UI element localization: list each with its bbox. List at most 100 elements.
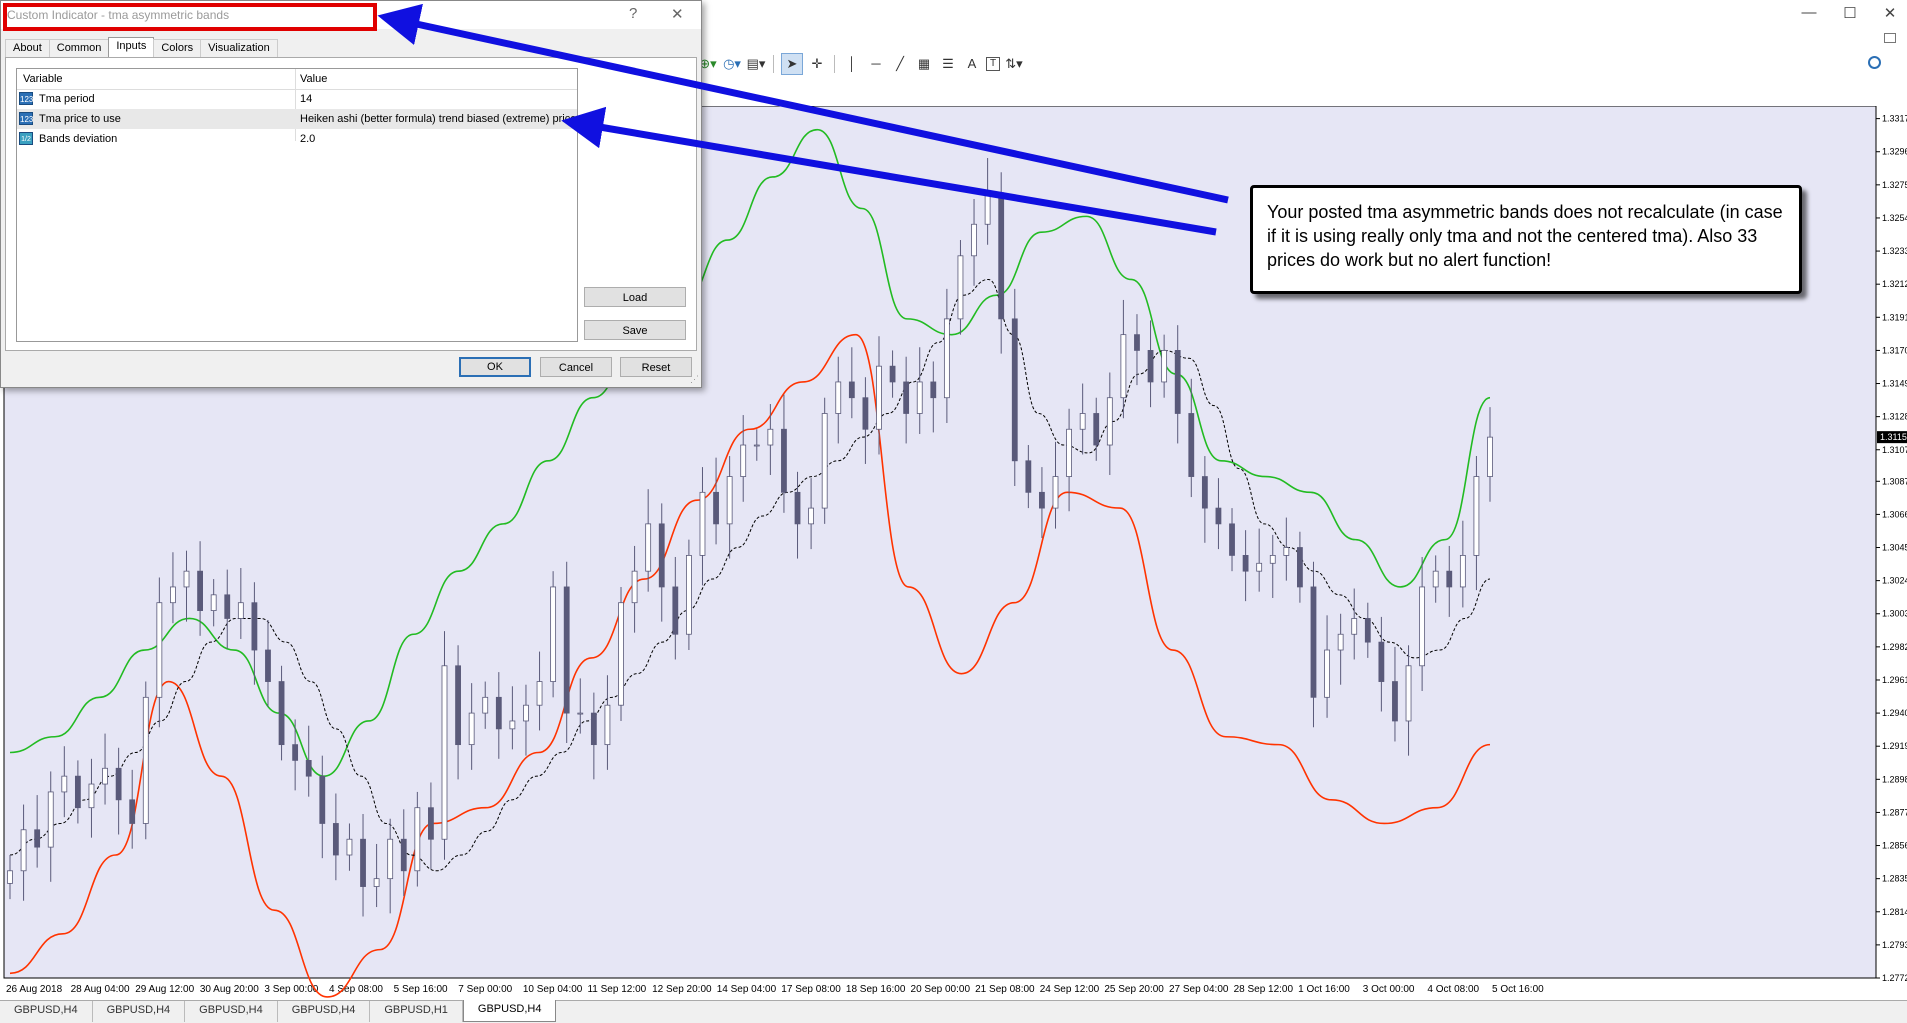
tab-common[interactable]: Common xyxy=(48,39,110,57)
reset-button[interactable]: Reset xyxy=(620,357,692,377)
resize-grip-icon[interactable]: ⋰ xyxy=(690,374,699,385)
tab-visualization[interactable]: Visualization xyxy=(200,39,278,57)
candle-body xyxy=(360,838,366,887)
price-tick-label: 1.3254 xyxy=(1882,213,1907,223)
fibonacci-icon[interactable]: ☰ xyxy=(938,54,958,74)
time-label: 20 Sep 00:00 xyxy=(911,984,971,995)
inputs-grid: Variable Value 123 Tma period 14 123 Tma… xyxy=(16,68,578,342)
price-tick-label: 1.2856 xyxy=(1882,841,1907,851)
candle-body xyxy=(672,586,679,635)
variable-value[interactable]: 14 xyxy=(300,93,312,105)
candle-body xyxy=(292,744,299,761)
candle-body xyxy=(699,491,706,556)
cancel-button[interactable]: Cancel xyxy=(540,357,612,377)
save-button[interactable]: Save xyxy=(584,320,686,340)
cursor-icon[interactable]: ➤ xyxy=(781,53,803,75)
variable-name: Bands deviation xyxy=(39,133,118,145)
vertical-line-icon[interactable]: │ xyxy=(842,54,862,74)
chart-tab[interactable]: GBPUSD,H4 xyxy=(462,1000,557,1022)
label-icon[interactable]: T xyxy=(986,57,1000,71)
candle-body xyxy=(1337,633,1344,651)
candle-body xyxy=(115,767,122,801)
price-tick-label: 1.2961 xyxy=(1882,675,1907,685)
candle-body xyxy=(373,878,380,887)
restore-icon[interactable] xyxy=(1884,33,1896,43)
candle-body xyxy=(61,775,68,793)
trendline-icon[interactable]: ╱ xyxy=(890,54,910,74)
candle-body xyxy=(753,444,760,447)
candle-body xyxy=(1297,547,1303,588)
candle-body xyxy=(971,223,977,257)
candle-body xyxy=(1364,618,1371,643)
candle-body xyxy=(1052,476,1059,509)
help-icon[interactable]: ? xyxy=(629,5,637,22)
ok-button[interactable]: OK xyxy=(459,357,531,377)
column-header-value[interactable]: Value xyxy=(300,73,327,85)
variable-name: Tma period xyxy=(39,93,95,105)
variable-value[interactable]: 2.0 xyxy=(300,133,315,145)
time-label: 7 Sep 00:00 xyxy=(458,984,512,995)
candle-body xyxy=(1419,586,1426,667)
chart-tab[interactable]: GBPUSD,H1 xyxy=(370,1001,463,1022)
candle-body xyxy=(550,586,557,682)
candle-body xyxy=(387,838,394,880)
column-header-variable[interactable]: Variable xyxy=(23,73,63,85)
candle-body xyxy=(47,791,54,848)
input-row-tma-period[interactable]: 123 Tma period 14 xyxy=(17,89,577,109)
price-tick-label: 1.2877 xyxy=(1882,807,1907,817)
candle-body xyxy=(142,696,149,824)
channel-icon[interactable]: ▦ xyxy=(914,54,934,74)
price-tick-label: 1.2940 xyxy=(1882,708,1907,718)
horizontal-line-icon[interactable]: ─ xyxy=(866,54,886,74)
time-label: 30 Aug 20:00 xyxy=(200,984,259,995)
time-label: 1 Oct 16:00 xyxy=(1298,984,1350,995)
tab-colors[interactable]: Colors xyxy=(153,39,202,57)
candle-body xyxy=(1432,570,1439,588)
chart-tab[interactable]: GBPUSD,H4 xyxy=(0,1001,93,1022)
search-icon[interactable] xyxy=(1868,56,1881,69)
tab-inputs[interactable]: Inputs xyxy=(108,37,155,58)
candle-body xyxy=(224,594,231,619)
custom-indicator-dialog: Custom Indicator - tma asymmetric bands … xyxy=(0,0,702,388)
candle-body xyxy=(1161,350,1168,383)
time-label: 3 Sep 00:00 xyxy=(264,984,318,995)
candle-body xyxy=(495,696,502,730)
variable-name: Tma price to use xyxy=(39,113,121,125)
minimize-icon[interactable]: — xyxy=(1794,4,1824,21)
clock-icon[interactable]: ◷▾ xyxy=(722,54,742,74)
candle-body xyxy=(428,807,434,840)
arrows-icon[interactable]: ⇅▾ xyxy=(1004,54,1024,74)
time-label: 28 Sep 12:00 xyxy=(1234,984,1294,995)
callout-text: Your posted tma asymmetric bands does no… xyxy=(1267,202,1783,270)
chart-tab[interactable]: GBPUSD,H4 xyxy=(93,1001,186,1022)
chart-tab[interactable]: GBPUSD,H4 xyxy=(185,1001,278,1022)
dialog-close-icon[interactable]: ✕ xyxy=(671,5,684,23)
candle-body xyxy=(346,838,353,856)
chart-tab[interactable]: GBPUSD,H4 xyxy=(278,1001,371,1022)
price-tick-label: 1.3212 xyxy=(1882,279,1907,289)
candle-body xyxy=(305,759,312,777)
candle-body xyxy=(1459,555,1466,588)
text-icon[interactable]: A xyxy=(962,54,982,74)
candle-body xyxy=(251,602,258,651)
candle-body xyxy=(88,783,95,809)
load-button[interactable]: Load xyxy=(584,287,686,307)
time-label: 27 Sep 04:00 xyxy=(1169,984,1229,995)
maximize-icon[interactable]: ☐ xyxy=(1835,4,1865,22)
close-icon[interactable]: ✕ xyxy=(1875,4,1905,22)
annotation-callout: Your posted tma asymmetric bands does no… xyxy=(1250,185,1802,294)
price-tick-label: 1.3170 xyxy=(1882,345,1907,355)
candle-body xyxy=(1256,562,1263,572)
candle-body xyxy=(414,807,421,872)
variable-value[interactable]: Heiken ashi (better formula) trend biase… xyxy=(300,113,576,125)
chart-toolbar: ⊕▾ ◷▾ ▤▾ ➤ ✛ │ ─ ╱ ▦ ☰ A T ⇅▾ xyxy=(698,52,1024,76)
input-row-bands-deviation[interactable]: 1/2 Bands deviation 2.0 xyxy=(17,129,577,149)
candle-body xyxy=(1392,681,1398,722)
template-icon[interactable]: ▤▾ xyxy=(746,54,766,74)
candle-body xyxy=(604,704,611,746)
tab-about[interactable]: About xyxy=(5,39,50,57)
candle-body xyxy=(862,397,869,430)
input-row-tma-price[interactable]: 123 Tma price to use Heiken ashi (better… xyxy=(17,109,577,129)
integer-type-icon: 123 xyxy=(19,92,33,105)
crosshair-icon[interactable]: ✛ xyxy=(807,54,827,74)
